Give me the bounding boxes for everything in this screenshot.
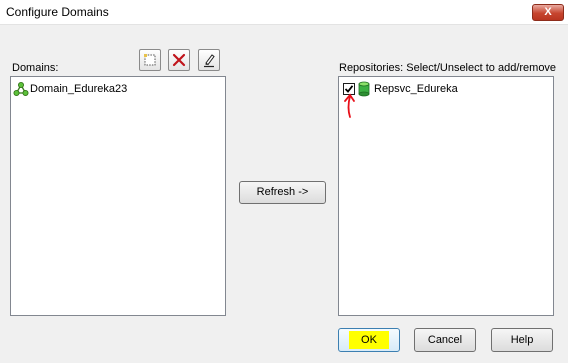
edit-domain-button[interactable] bbox=[198, 49, 220, 71]
repository-label: Repsvc_Edureka bbox=[374, 83, 458, 95]
help-button[interactable]: Help bbox=[491, 328, 553, 352]
close-button[interactable]: X bbox=[532, 4, 564, 21]
pencil-icon bbox=[204, 54, 215, 68]
domains-label: Domains: bbox=[12, 62, 59, 74]
domain-label: Domain_Edureka23 bbox=[30, 83, 128, 95]
help-label: Help bbox=[510, 334, 534, 346]
domains-list[interactable]: Domain_Edureka23 bbox=[10, 76, 226, 316]
delete-x-icon bbox=[172, 53, 186, 67]
repositories-list[interactable]: Repsvc_Edureka bbox=[338, 76, 554, 316]
annotation-arrow bbox=[344, 93, 355, 118]
close-icon: X bbox=[544, 6, 552, 18]
cancel-button[interactable]: Cancel bbox=[414, 328, 476, 352]
new-item-icon bbox=[144, 54, 156, 66]
ok-button[interactable]: OK bbox=[338, 328, 400, 352]
refresh-button[interactable]: Refresh -> bbox=[239, 181, 326, 204]
new-domain-button[interactable] bbox=[139, 49, 161, 71]
cancel-label: Cancel bbox=[427, 334, 463, 346]
repositories-label: Repositories: Select/Unselect to add/rem… bbox=[339, 62, 557, 74]
window-title: Configure Domains bbox=[6, 5, 109, 19]
title-bar: Configure Domains X bbox=[0, 0, 568, 25]
delete-domain-button[interactable] bbox=[168, 49, 190, 71]
refresh-label: Refresh -> bbox=[256, 186, 309, 198]
ok-label: OK bbox=[361, 334, 377, 346]
domain-network-icon bbox=[13, 82, 29, 96]
